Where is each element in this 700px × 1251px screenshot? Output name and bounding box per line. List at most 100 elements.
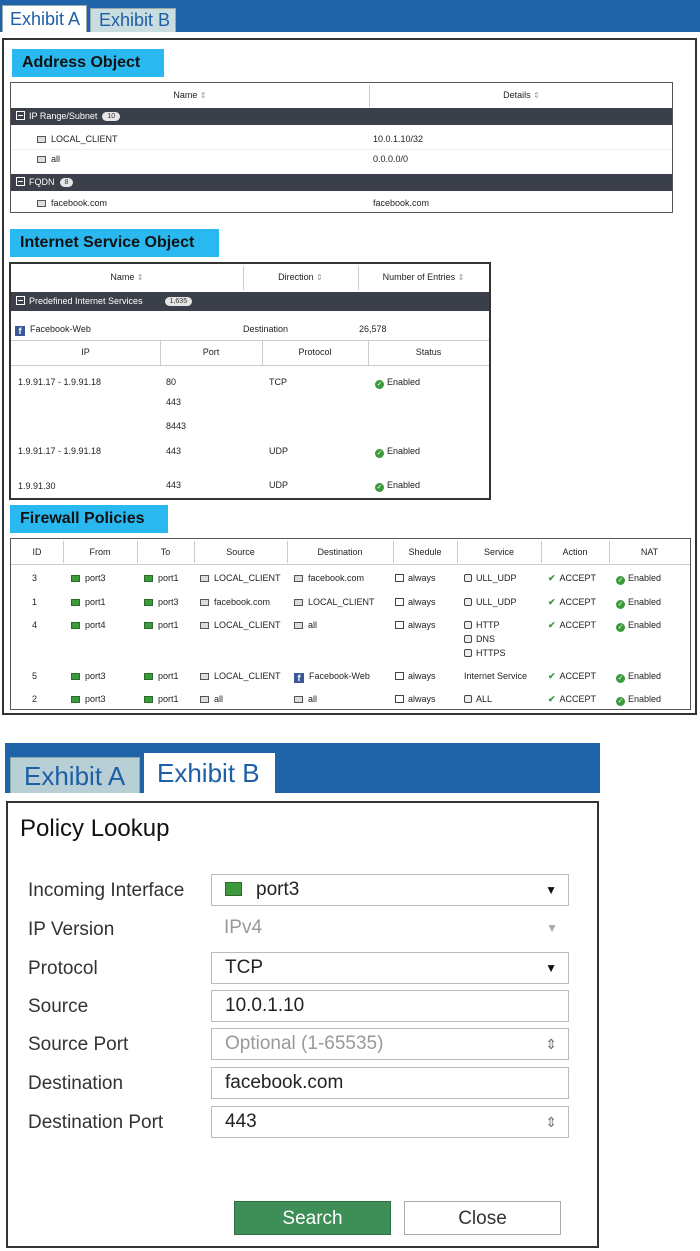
col-name[interactable]: Name ⇕ bbox=[11, 272, 243, 282]
tab-exhibit-b[interactable]: Exhibit B bbox=[90, 8, 176, 32]
col-nat[interactable]: NAT bbox=[609, 547, 690, 557]
col-action[interactable]: Action bbox=[541, 547, 609, 557]
internet-service-table: Name ⇕ Direction ⇕ Number of Entries ⇕ P… bbox=[9, 262, 491, 500]
col-details[interactable]: Details ⇕ bbox=[369, 90, 674, 100]
incoming-interface-select[interactable]: port3 ▼ bbox=[211, 874, 569, 906]
schedule-icon bbox=[395, 574, 404, 582]
col-source[interactable]: Source bbox=[194, 547, 287, 557]
port-icon bbox=[71, 599, 80, 606]
col-destination[interactable]: Destination bbox=[287, 547, 393, 557]
policy-from: port3 bbox=[71, 694, 106, 704]
source-port-label: Source Port bbox=[28, 1034, 129, 1055]
subcol-port: Port bbox=[202, 347, 220, 357]
col-schedule[interactable]: Shedule bbox=[393, 547, 457, 557]
policy-service: ULL_UDP bbox=[464, 573, 517, 583]
protocol-select[interactable]: TCP ▼ bbox=[211, 952, 569, 984]
policy-to: port1 bbox=[144, 620, 179, 630]
col-to[interactable]: To bbox=[137, 547, 194, 557]
table-row-status: ✓ Enabled bbox=[375, 480, 421, 492]
port-icon bbox=[144, 599, 153, 606]
group-count-badge: 10 bbox=[102, 112, 121, 121]
collapse-icon[interactable] bbox=[16, 296, 25, 305]
policy-schedule: always bbox=[395, 694, 436, 704]
port-icon bbox=[225, 882, 242, 896]
enabled-icon: ✓ bbox=[616, 697, 625, 706]
port-icon bbox=[71, 575, 80, 582]
col-id[interactable]: ID bbox=[11, 547, 63, 557]
policy-from: port4 bbox=[71, 620, 106, 630]
destination-port-label: Destination Port bbox=[28, 1112, 164, 1133]
table-row-ip: 1.9.91.17 - 1.9.91.18 bbox=[18, 377, 102, 387]
service-icon bbox=[464, 621, 472, 629]
accept-icon: ✔ bbox=[548, 694, 556, 704]
col-number-of-entries[interactable]: Number of Entries ⇕ bbox=[358, 272, 489, 282]
policy-source: LOCAL_CLIENT bbox=[200, 620, 281, 630]
policy-service: ULL_UDP bbox=[464, 597, 517, 607]
list-item[interactable]: LOCAL_CLIENT bbox=[37, 134, 118, 144]
service-name[interactable]: f Facebook-Web bbox=[15, 324, 91, 336]
list-item[interactable]: all bbox=[37, 154, 60, 164]
stepper-icon[interactable]: ⇕ bbox=[545, 1107, 557, 1137]
service-icon bbox=[464, 635, 472, 643]
policy-action: ✔ ACCEPT bbox=[548, 671, 597, 681]
accept-icon: ✔ bbox=[548, 597, 556, 607]
enabled-icon: ✓ bbox=[375, 483, 384, 492]
tab-exhibit-a[interactable]: Exhibit A bbox=[2, 5, 87, 32]
address-icon bbox=[294, 575, 303, 582]
policy-action: ✔ ACCEPT bbox=[548, 597, 597, 607]
port-icon bbox=[144, 622, 153, 629]
source-port-input[interactable]: Optional (1-65535) ⇕ bbox=[211, 1028, 569, 1060]
service-icon bbox=[464, 695, 472, 703]
group-ip-range[interactable]: IP Range/Subnet 10 bbox=[11, 108, 672, 125]
enabled-icon: ✓ bbox=[375, 449, 384, 458]
internet-service-object-title: Internet Service Object bbox=[10, 229, 219, 257]
service-direction: Destination bbox=[243, 324, 289, 334]
policy-source: LOCAL_CLIENT bbox=[200, 671, 281, 681]
list-item[interactable]: facebook.com bbox=[37, 198, 107, 208]
table-row-status: ✓ Enabled bbox=[375, 446, 421, 458]
source-input[interactable]: 10.0.1.10 bbox=[211, 990, 569, 1022]
collapse-icon[interactable] bbox=[16, 111, 25, 120]
schedule-icon bbox=[395, 672, 404, 680]
tab-exhibit-b[interactable]: Exhibit B bbox=[144, 753, 275, 793]
address-object-table: Name ⇕ Details ⇕ IP Range/Subnet 10 LOCAL… bbox=[10, 82, 673, 213]
exhibit-a-panel: Address Object Name ⇕ Details ⇕ IP Range… bbox=[2, 38, 697, 715]
col-from[interactable]: From bbox=[63, 547, 137, 557]
source-label: Source bbox=[28, 996, 89, 1017]
table-row-status: ✓ Enabled bbox=[375, 377, 421, 389]
col-direction[interactable]: Direction ⇕ bbox=[243, 272, 358, 282]
enabled-icon: ✓ bbox=[375, 380, 384, 389]
address-icon bbox=[294, 696, 303, 703]
col-service[interactable]: Service bbox=[457, 547, 541, 557]
policy-nat: ✓ Enabled bbox=[616, 620, 662, 632]
search-button[interactable]: Search bbox=[234, 1201, 391, 1235]
policy-schedule: always bbox=[395, 620, 436, 630]
policy-from: port3 bbox=[71, 671, 106, 681]
stepper-icon[interactable]: ⇕ bbox=[545, 1029, 557, 1059]
tab-exhibit-a[interactable]: Exhibit A bbox=[10, 757, 140, 793]
policy-nat: ✓ Enabled bbox=[616, 597, 662, 609]
policy-destination: facebook.com bbox=[294, 573, 364, 583]
close-button[interactable]: Close bbox=[404, 1201, 561, 1235]
table-row-port: 80 bbox=[166, 377, 177, 387]
facebook-icon: f bbox=[294, 673, 304, 683]
policy-destination: all bbox=[294, 620, 317, 630]
destination-port-input[interactable]: 443 ⇕ bbox=[211, 1106, 569, 1138]
address-icon bbox=[37, 156, 46, 163]
policy-to: port3 bbox=[144, 597, 179, 607]
policy-id: 2 bbox=[32, 694, 38, 704]
schedule-icon bbox=[395, 598, 404, 606]
policy-destination: all bbox=[294, 694, 317, 704]
subcol-status: Status bbox=[415, 347, 442, 357]
group-fqdn[interactable]: FQDN 8 bbox=[11, 174, 672, 191]
collapse-icon[interactable] bbox=[16, 177, 25, 186]
group-predefined-services[interactable]: Predefined Internet Services 1,635 bbox=[11, 292, 489, 311]
group-count-badge: 8 bbox=[59, 178, 74, 187]
table-row-port: 8443 bbox=[166, 421, 187, 431]
policy-service: HTTPS bbox=[464, 648, 506, 658]
destination-input[interactable]: facebook.com bbox=[211, 1067, 569, 1099]
col-name[interactable]: Name ⇕ bbox=[11, 90, 369, 100]
ip-version-select: IPv4 ▼ bbox=[211, 913, 569, 945]
policy-schedule: always bbox=[395, 573, 436, 583]
accept-icon: ✔ bbox=[548, 671, 556, 681]
